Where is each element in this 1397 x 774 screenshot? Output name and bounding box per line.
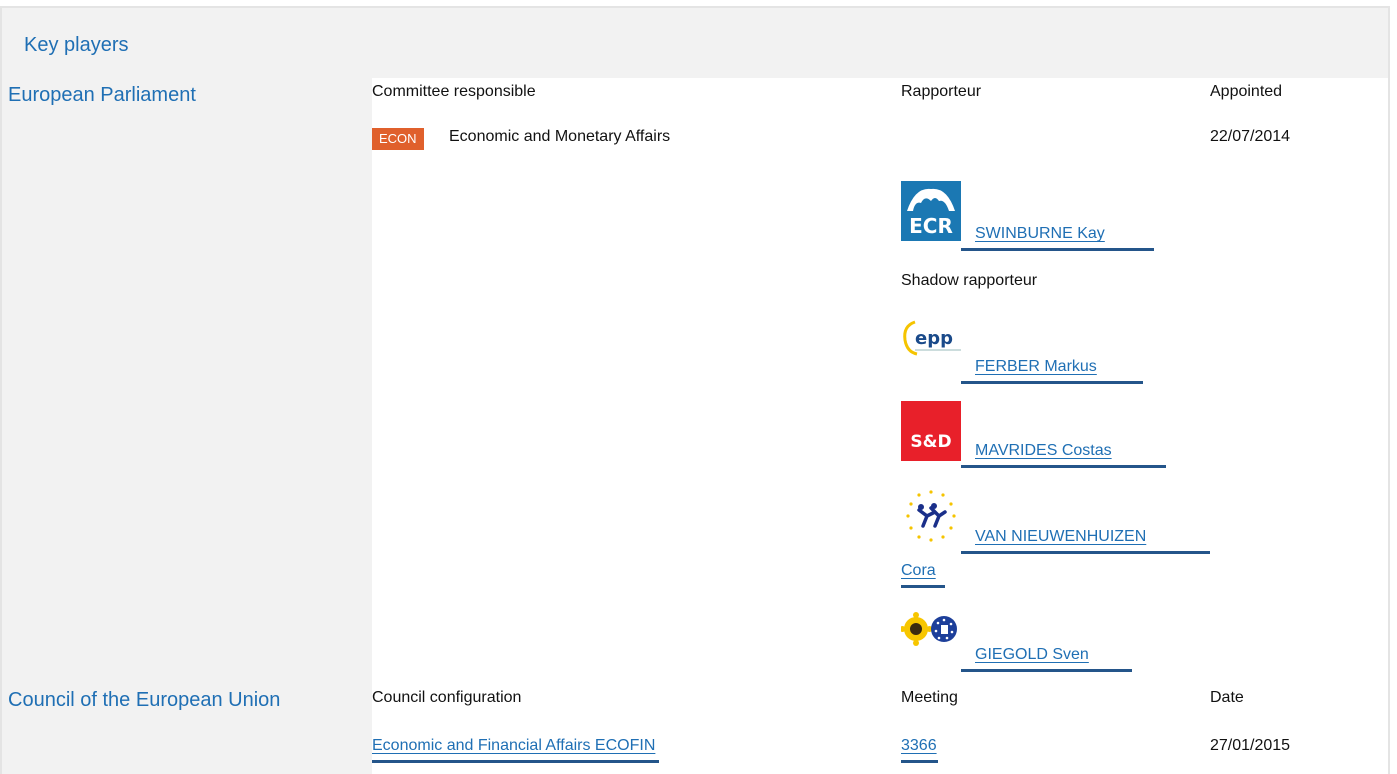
key-players-panel: Key players xyxy=(0,6,1390,774)
appointed-column-header: Appointed xyxy=(1210,83,1283,100)
shadow-link-giegold[interactable]: GIEGOLD Sven xyxy=(975,646,1089,664)
greens-efa-logo-icon xyxy=(899,612,959,646)
shadow-link-van-nieuwenhuizen[interactable]: VAN NIEUWENHUIZEN xyxy=(975,528,1146,546)
meeting-link-underline xyxy=(901,760,938,763)
panel-title: Key players xyxy=(24,34,129,56)
shadow-link-mavrides-underline xyxy=(961,465,1166,468)
panel-header: Key players xyxy=(2,8,1388,78)
shadow-link-ferber-underline xyxy=(961,381,1143,384)
rapporteur-column-header: Rapporteur xyxy=(901,83,982,100)
svg-text:epp: epp xyxy=(915,328,953,349)
shadow-rapporteur-label: Shadow rapporteur xyxy=(901,272,1038,289)
shadow-link-van-nieuwenhuizen-cont[interactable]: Cora xyxy=(901,562,936,580)
appointed-date: 22/07/2014 xyxy=(1210,128,1291,145)
shadow-link-van-nieuwenhuizen-underline xyxy=(961,551,1210,554)
meeting-column-header: Meeting xyxy=(901,689,958,706)
rapporteur-link[interactable]: SWINBURNE Kay xyxy=(975,225,1105,243)
shadow-link-mavrides[interactable]: MAVRIDES Costas xyxy=(975,442,1112,460)
alde-logo-icon xyxy=(901,486,961,546)
council-date: 27/01/2015 xyxy=(1210,737,1291,754)
committee-column-header: Committee responsible xyxy=(372,83,536,100)
date-column-header: Date xyxy=(1210,689,1244,706)
council-configuration-link[interactable]: Economic and Financial Affairs ECOFIN xyxy=(372,737,655,755)
meeting-link[interactable]: 3366 xyxy=(901,737,937,755)
rapporteur-link-underline xyxy=(961,248,1154,251)
shadow-link-ferber[interactable]: FERBER Markus xyxy=(975,358,1097,376)
parliament-title: European Parliament xyxy=(8,84,196,106)
council-title: Council of the European Union xyxy=(8,689,281,711)
svg-text:S&D: S&D xyxy=(910,432,951,452)
shadow-link-giegold-underline xyxy=(961,669,1132,672)
council-configuration-underline xyxy=(372,760,659,763)
council-configuration-header: Council configuration xyxy=(372,689,522,706)
committee-name: Economic and Monetary Affairs xyxy=(449,128,671,145)
ecr-logo-icon: ECR xyxy=(901,181,961,241)
shadow-link-cora-underline xyxy=(901,585,945,588)
sd-logo-icon: S&D xyxy=(901,401,961,461)
committee-badge: ECON xyxy=(372,128,424,150)
left-column xyxy=(2,78,372,774)
svg-text:ECR: ECR xyxy=(909,214,953,238)
epp-logo-icon: epp xyxy=(901,318,963,366)
